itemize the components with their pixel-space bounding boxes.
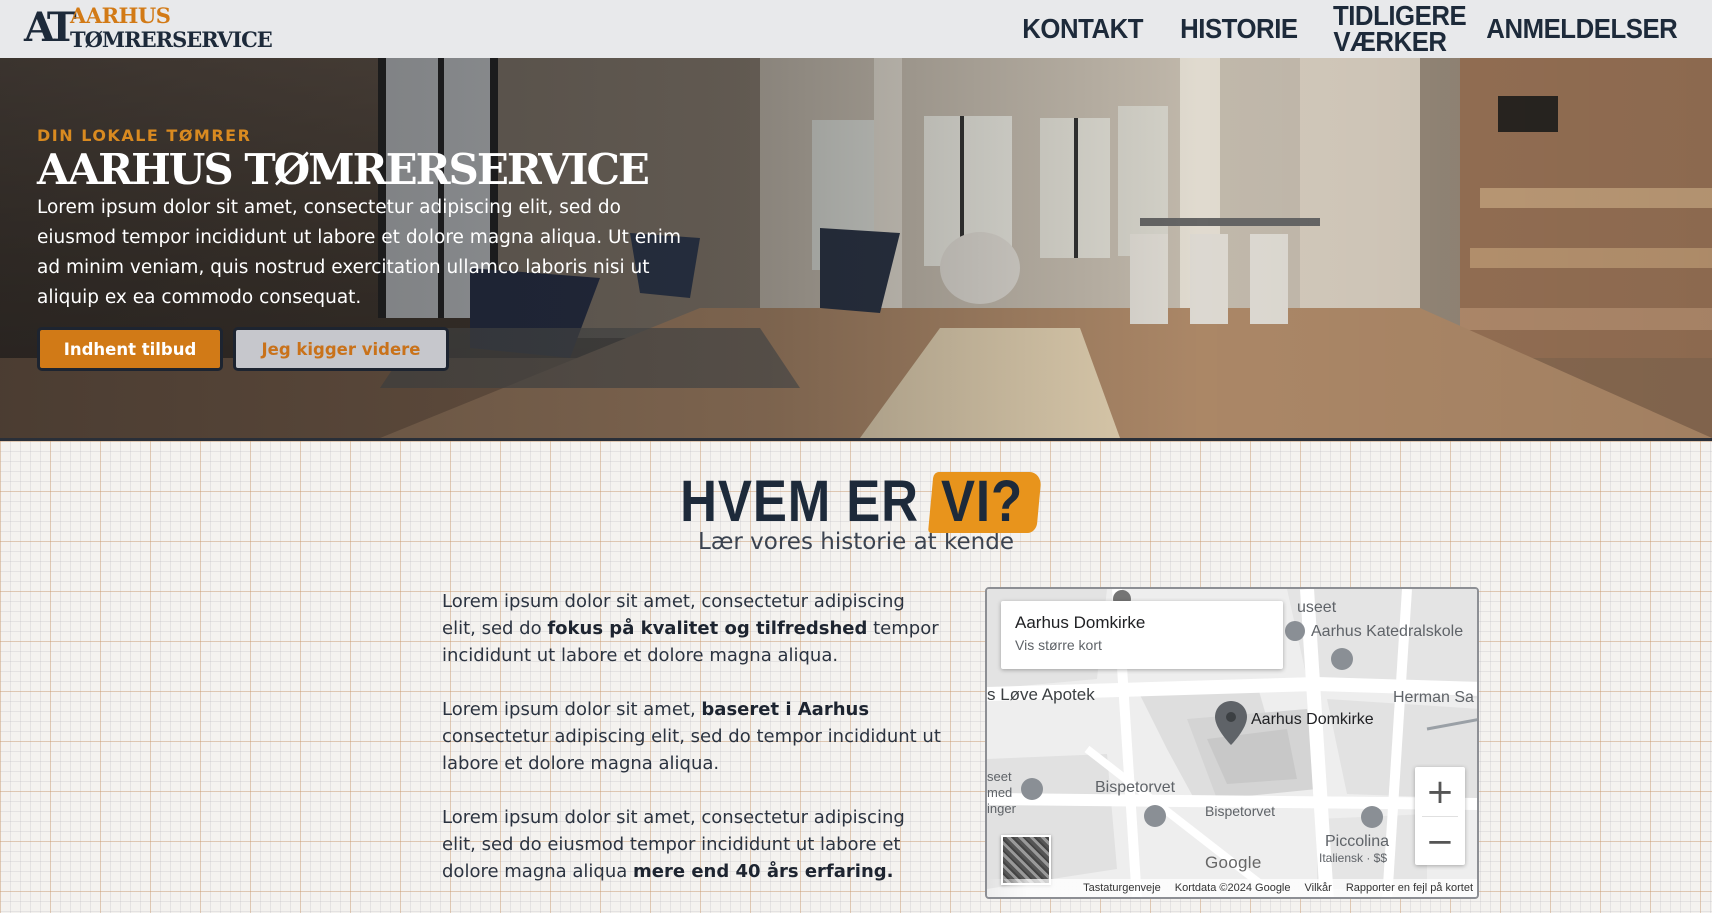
logo-line-2: TØMRERSERVICE <box>70 27 273 52</box>
hero-kicker: DIN LOKALE TØMRER <box>37 126 252 145</box>
map-place-title: Aarhus Domkirke <box>1015 613 1146 632</box>
about-title-wrap: HVEM ER VI? <box>0 441 1712 541</box>
nav-item-historie[interactable]: HISTORIE <box>1180 15 1298 43</box>
hero-section: DIN LOKALE TØMRER AARHUS TØMRERSERVICE L… <box>0 58 1712 438</box>
map-label: Piccolina <box>1325 833 1390 850</box>
map-label: med <box>987 785 1013 800</box>
logo-mark: AT <box>24 4 77 51</box>
get-quote-button[interactable]: Indhent tilbud <box>37 327 223 371</box>
report-error-link[interactable]: Rapporter en fejl på kortet <box>1346 882 1473 894</box>
hero-content: DIN LOKALE TØMRER AARHUS TØMRERSERVICE L… <box>37 126 697 371</box>
keyboard-shortcuts-link[interactable]: Tastaturgenveje <box>1083 882 1161 894</box>
browse-button[interactable]: Jeg kigger videre <box>233 327 449 371</box>
map-data-attribution: Kortdata ©2024 Google <box>1174 882 1291 894</box>
map-footer: Tastaturgenveje Kortdata ©2024 Google Vi… <box>987 879 1477 897</box>
text: consectetur adipiscing elit, sed do temp… <box>442 726 941 774</box>
emphasis: fokus på kvalitet og tilfredshed <box>547 618 868 639</box>
emphasis: mere end 40 års erfaring. <box>633 861 894 882</box>
hero-text: Lorem ipsum dolor sit amet, consectetur … <box>37 197 681 308</box>
map-info-card: Aarhus Domkirke Vis større kort <box>1001 601 1283 669</box>
text: Lorem ipsum dolor sit amet, <box>442 699 702 720</box>
map-label: inger <box>987 801 1016 816</box>
nav-item-tidligere-vaerker[interactable]: TIDLIGERE VÆRKER <box>1333 2 1467 56</box>
terms-link[interactable]: Vilkår <box>1305 882 1332 894</box>
location-pin-icon[interactable] <box>1215 701 1247 749</box>
hero-title: AARHUS TØMRERSERVICE <box>37 145 650 194</box>
embedded-map[interactable]: Aarhus Domkirke Vis større kort useet Aa… <box>985 587 1479 899</box>
about-title: HVEM ER VI? <box>103 468 1610 535</box>
site-header: AT AARHUS TØMRERSERVICE KONTAKT HISTORIE… <box>0 0 1712 58</box>
about-title-part1: HVEM ER <box>680 469 919 534</box>
view-larger-map-link[interactable]: Vis større kort <box>1015 637 1269 653</box>
zoom-in-button[interactable]: + <box>1415 767 1465 816</box>
map-label: s Løve Apotek <box>987 685 1095 704</box>
about-text: Lorem ipsum dolor sit amet, consectetur … <box>442 588 942 912</box>
about-paragraph-2: Lorem ipsum dolor sit amet, baseret i Aa… <box>442 696 942 777</box>
logo-line-1: AARHUS <box>70 3 171 28</box>
map-label: useet <box>1297 599 1337 616</box>
map-zoom-control: + − <box>1415 767 1465 865</box>
site-logo[interactable]: AT AARHUS TØMRERSERVICE <box>24 4 284 54</box>
hero-buttons: Indhent tilbud Jeg kigger videre <box>37 327 697 371</box>
nav-item-kontakt[interactable]: KONTAKT <box>1023 15 1144 43</box>
zoom-out-button[interactable]: − <box>1415 817 1465 866</box>
about-paragraph-1: Lorem ipsum dolor sit amet, consectetur … <box>442 588 942 669</box>
map-label: Aarhus Domkirke <box>1251 711 1374 728</box>
google-logo: Google <box>1205 853 1262 872</box>
satellite-toggle-button[interactable] <box>1001 835 1051 885</box>
map-label: Bispetorvet <box>1205 803 1276 819</box>
map-label: Aarhus Katedralskole <box>1311 623 1464 640</box>
about-section: HVEM ER VI? Lær vores historie at kende … <box>0 438 1712 913</box>
about-paragraph-3: Lorem ipsum dolor sit amet, consectetur … <box>442 804 942 885</box>
map-label: Herman Sa <box>1393 689 1474 706</box>
map-label: seet <box>987 769 1012 784</box>
emphasis: baseret i Aarhus <box>701 699 870 720</box>
map-label: Italiensk · $$ <box>1319 851 1388 865</box>
main-nav: KONTAKT HISTORIE TIDLIGERE VÆRKER ANMELD… <box>991 0 1686 58</box>
about-title-highlight: VI? <box>934 468 1032 535</box>
map-label: Bispetorvet <box>1095 779 1176 796</box>
nav-item-anmeldelser[interactable]: ANMELDELSER <box>1487 15 1678 43</box>
